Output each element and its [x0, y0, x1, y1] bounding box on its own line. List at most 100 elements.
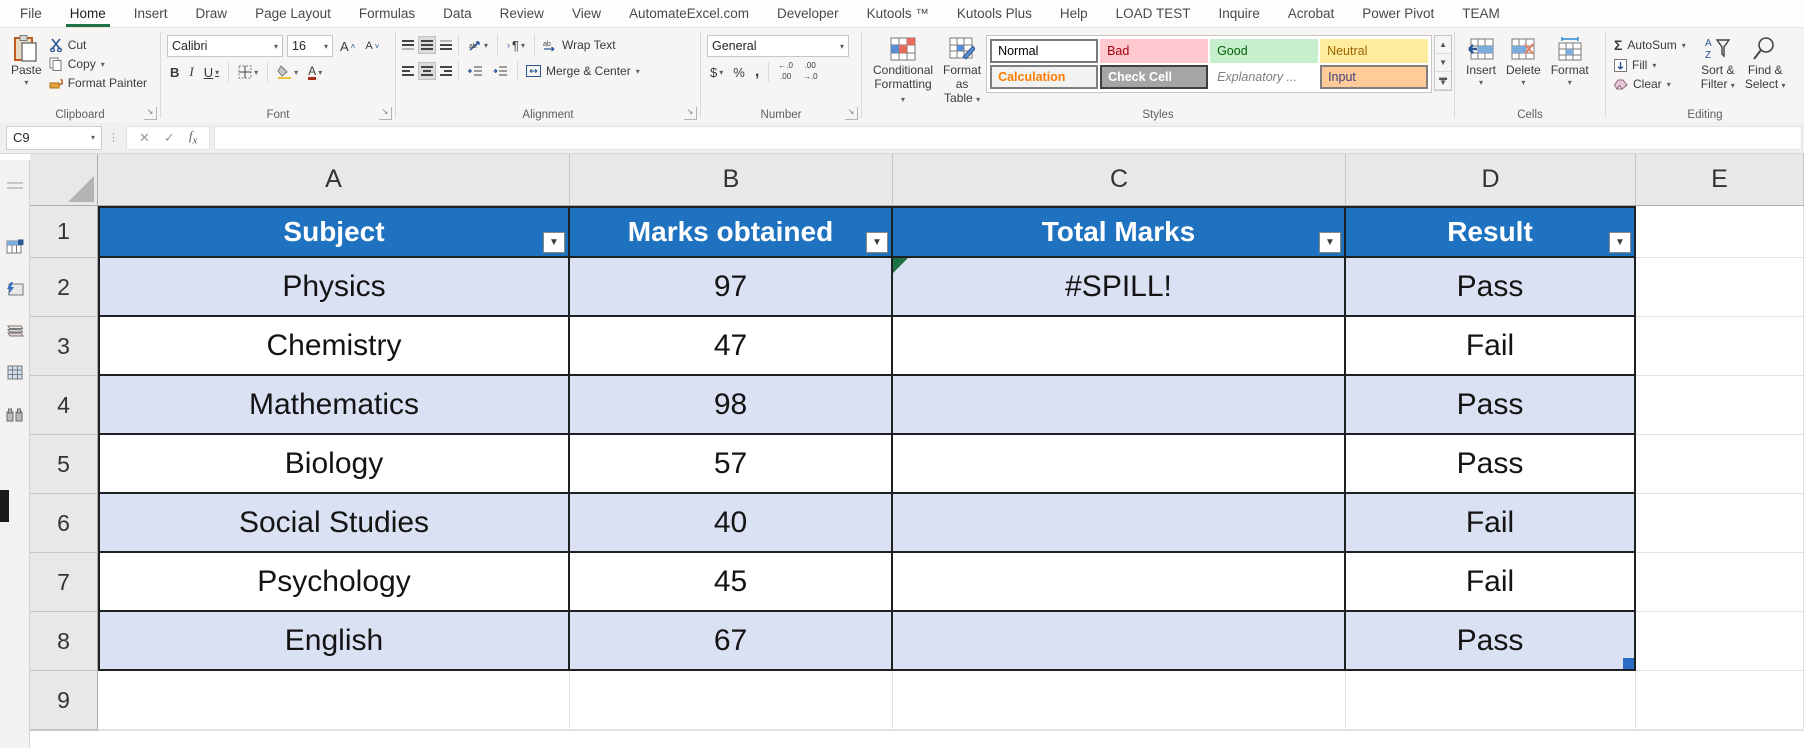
cell-trailing-0[interactable]: [98, 730, 570, 731]
style-neutral[interactable]: Neutral: [1320, 39, 1429, 63]
tab-data[interactable]: Data: [429, 0, 486, 27]
tab-home[interactable]: Home: [56, 0, 120, 27]
decrease-font-icon[interactable]: A ˅: [362, 40, 382, 52]
grid-pane-icon[interactable]: [7, 365, 23, 380]
font-color-icon[interactable]: A ▾: [305, 65, 325, 80]
borders-icon[interactable]: ▾: [235, 65, 261, 79]
filter-button-subject[interactable]: ▼: [543, 232, 565, 253]
row-header-3[interactable]: 3: [30, 317, 98, 376]
number-format-select[interactable]: General ▾: [707, 35, 849, 57]
column-list-icon[interactable]: [6, 324, 24, 337]
tab-view[interactable]: View: [558, 0, 615, 27]
cell-b7[interactable]: 45: [570, 553, 893, 612]
cell-c7[interactable]: [893, 553, 1346, 612]
filter-button-total-marks[interactable]: ▼: [1319, 232, 1341, 253]
cell-trailing-4[interactable]: [1636, 730, 1804, 731]
style-calculation[interactable]: Calculation: [990, 65, 1099, 89]
tab-team[interactable]: TEAM: [1448, 0, 1514, 27]
tab-file[interactable]: File: [6, 0, 56, 27]
cell-trailing-2[interactable]: [893, 730, 1346, 731]
cell-b3[interactable]: 47: [570, 317, 893, 376]
find-select-button[interactable]: Find & Select ▾: [1740, 32, 1791, 94]
cell-a8[interactable]: English: [98, 612, 570, 671]
conditional-formatting-button[interactable]: Conditional Formatting ▾: [868, 32, 938, 107]
pane-handle-icon[interactable]: [6, 182, 23, 189]
cell-b4[interactable]: 98: [570, 376, 893, 435]
cell-d8[interactable]: Pass: [1346, 612, 1636, 671]
binoculars-icon[interactable]: [6, 408, 23, 422]
clear-button[interactable]: Clear ▾: [1612, 76, 1688, 92]
cell-e7[interactable]: [1636, 553, 1804, 612]
tab-review[interactable]: Review: [486, 0, 558, 27]
tab-insert[interactable]: Insert: [120, 0, 182, 27]
name-box[interactable]: C9 ▾: [6, 125, 102, 150]
gallery-more-icon[interactable]: ▬ ▼: [1435, 72, 1452, 90]
cell-e3[interactable]: [1636, 317, 1804, 376]
cell-d9[interactable]: [1346, 671, 1636, 730]
row-header-5[interactable]: 5: [30, 435, 98, 494]
alignment-dialog-launcher[interactable]: ↘: [684, 107, 697, 120]
cell-b8[interactable]: 67: [570, 612, 893, 671]
cell-e5[interactable]: [1636, 435, 1804, 494]
tab-page-layout[interactable]: Page Layout: [241, 0, 345, 27]
column-header-c[interactable]: C: [893, 154, 1346, 206]
cell-a4[interactable]: Mathematics: [98, 376, 570, 435]
cell-d2[interactable]: Pass: [1346, 258, 1636, 317]
tab-formulas[interactable]: Formulas: [345, 0, 429, 27]
style-explanatory[interactable]: Explanatory ...: [1210, 65, 1319, 89]
cell-d4[interactable]: Pass: [1346, 376, 1636, 435]
increase-decimal-icon[interactable]: ←.0.00: [775, 61, 796, 82]
fill-color-icon[interactable]: ▾: [274, 65, 301, 79]
align-left-icon[interactable]: [402, 64, 414, 78]
row-header-6[interactable]: 6: [30, 494, 98, 553]
cell-trailing-1[interactable]: [570, 730, 893, 731]
cell-a6[interactable]: Social Studies: [98, 494, 570, 553]
font-dialog-launcher[interactable]: ↘: [379, 107, 392, 120]
cell-c6[interactable]: [893, 494, 1346, 553]
comma-format-icon[interactable]: ,: [752, 63, 762, 81]
style-good[interactable]: Good: [1210, 39, 1319, 63]
fill-button[interactable]: Fill ▾: [1612, 57, 1688, 73]
cell-c5[interactable]: [893, 435, 1346, 494]
cell-d6[interactable]: Fail: [1346, 494, 1636, 553]
style-input[interactable]: Input: [1320, 65, 1429, 89]
column-header-b[interactable]: B: [570, 154, 893, 206]
clipboard-dialog-launcher[interactable]: ↘: [144, 107, 157, 120]
cell-c3[interactable]: [893, 317, 1346, 376]
tab-kutools-plus[interactable]: Kutools Plus: [943, 0, 1046, 27]
text-direction-icon[interactable]: › ¶ ▾: [504, 38, 528, 53]
insert-function-icon[interactable]: fx: [189, 128, 197, 147]
tab-automateexcel-com[interactable]: AutomateExcel.com: [615, 0, 763, 27]
cell-a9[interactable]: [98, 671, 570, 730]
style-check-cell[interactable]: Check Cell: [1100, 65, 1209, 89]
cell-b1[interactable]: Marks obtained ▼: [570, 206, 893, 258]
select-all-corner[interactable]: [30, 154, 98, 206]
number-dialog-launcher[interactable]: ↘: [845, 107, 858, 120]
tab-developer[interactable]: Developer: [763, 0, 853, 27]
cell-d1[interactable]: Result ▼: [1346, 206, 1636, 258]
flash-pane-icon[interactable]: [6, 282, 24, 296]
gallery-scroll-up-icon[interactable]: ▲: [1435, 36, 1452, 54]
align-top-icon[interactable]: [402, 38, 414, 52]
increase-indent-icon[interactable]: [490, 65, 511, 77]
decrease-decimal-icon[interactable]: .00 →.0: [800, 61, 821, 82]
gallery-scroll-down-icon[interactable]: ▼: [1435, 54, 1452, 72]
merge-center-button[interactable]: Merge & Center ▾: [524, 63, 642, 79]
cell-a5[interactable]: Biology: [98, 435, 570, 494]
format-cells-button[interactable]: Format ▾: [1546, 32, 1594, 89]
format-painter-button[interactable]: Format Painter: [47, 75, 149, 91]
cell-a7[interactable]: Psychology: [98, 553, 570, 612]
delete-cells-button[interactable]: Delete ▾: [1501, 32, 1546, 89]
tab-inquire[interactable]: Inquire: [1204, 0, 1273, 27]
cell-d5[interactable]: Pass: [1346, 435, 1636, 494]
tab-kutools[interactable]: Kutools ™: [853, 0, 943, 27]
orientation-icon[interactable]: ab ▾: [465, 39, 491, 52]
percent-format-icon[interactable]: %: [730, 65, 748, 80]
cell-b2[interactable]: 97: [570, 258, 893, 317]
font-size-select[interactable]: 16 ▾: [287, 35, 333, 57]
increase-font-icon[interactable]: A ˄: [337, 39, 358, 54]
cell-e6[interactable]: [1636, 494, 1804, 553]
bold-button[interactable]: B: [167, 65, 182, 80]
tab-help[interactable]: Help: [1046, 0, 1102, 27]
align-center-icon[interactable]: [418, 62, 436, 80]
